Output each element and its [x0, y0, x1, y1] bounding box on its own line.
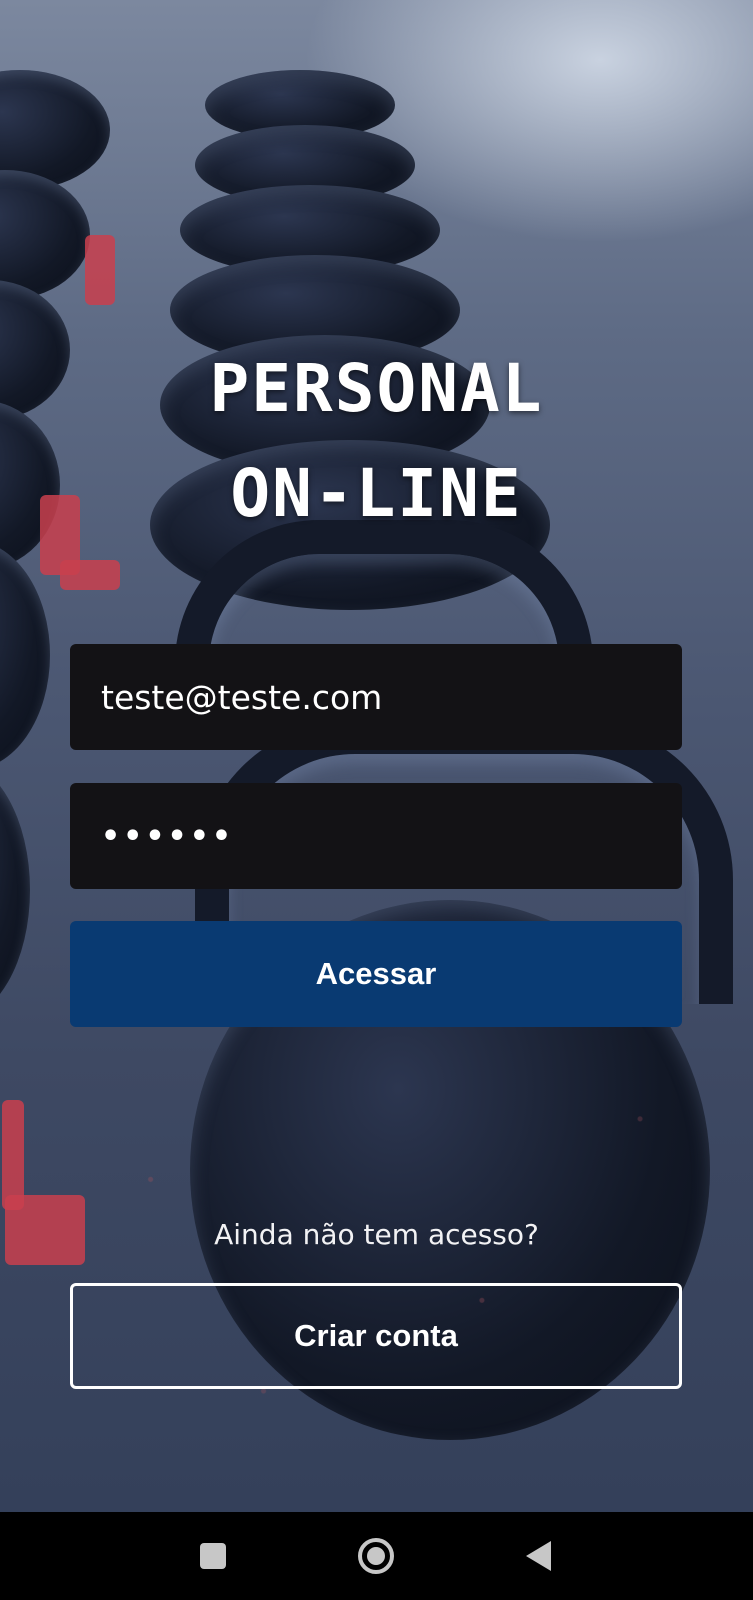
email-value: teste@teste.com	[101, 677, 383, 717]
login-screen: PERSONAL ON-LINE teste@teste.com •••••• …	[0, 0, 753, 1600]
square-icon	[200, 1543, 226, 1569]
triangle-back-icon	[526, 1541, 551, 1571]
home-button[interactable]	[356, 1536, 396, 1576]
recents-button[interactable]	[193, 1536, 233, 1576]
app-title-line-1: PERSONAL	[209, 350, 544, 427]
create-account-button[interactable]: Criar conta	[70, 1283, 682, 1389]
app-title-line-2: ON-LINE	[230, 455, 523, 532]
back-button[interactable]	[518, 1536, 558, 1576]
password-value: ••••••	[101, 818, 235, 854]
system-navigation-bar	[0, 1512, 753, 1600]
circle-icon	[358, 1538, 394, 1574]
login-button[interactable]: Acessar	[70, 921, 682, 1027]
create-account-button-label: Criar conta	[294, 1318, 458, 1353]
email-field[interactable]: teste@teste.com	[70, 644, 682, 750]
login-button-label: Acessar	[315, 956, 437, 991]
signup-prompt: Ainda não tem acesso?	[214, 1218, 539, 1251]
password-field[interactable]: ••••••	[70, 783, 682, 889]
